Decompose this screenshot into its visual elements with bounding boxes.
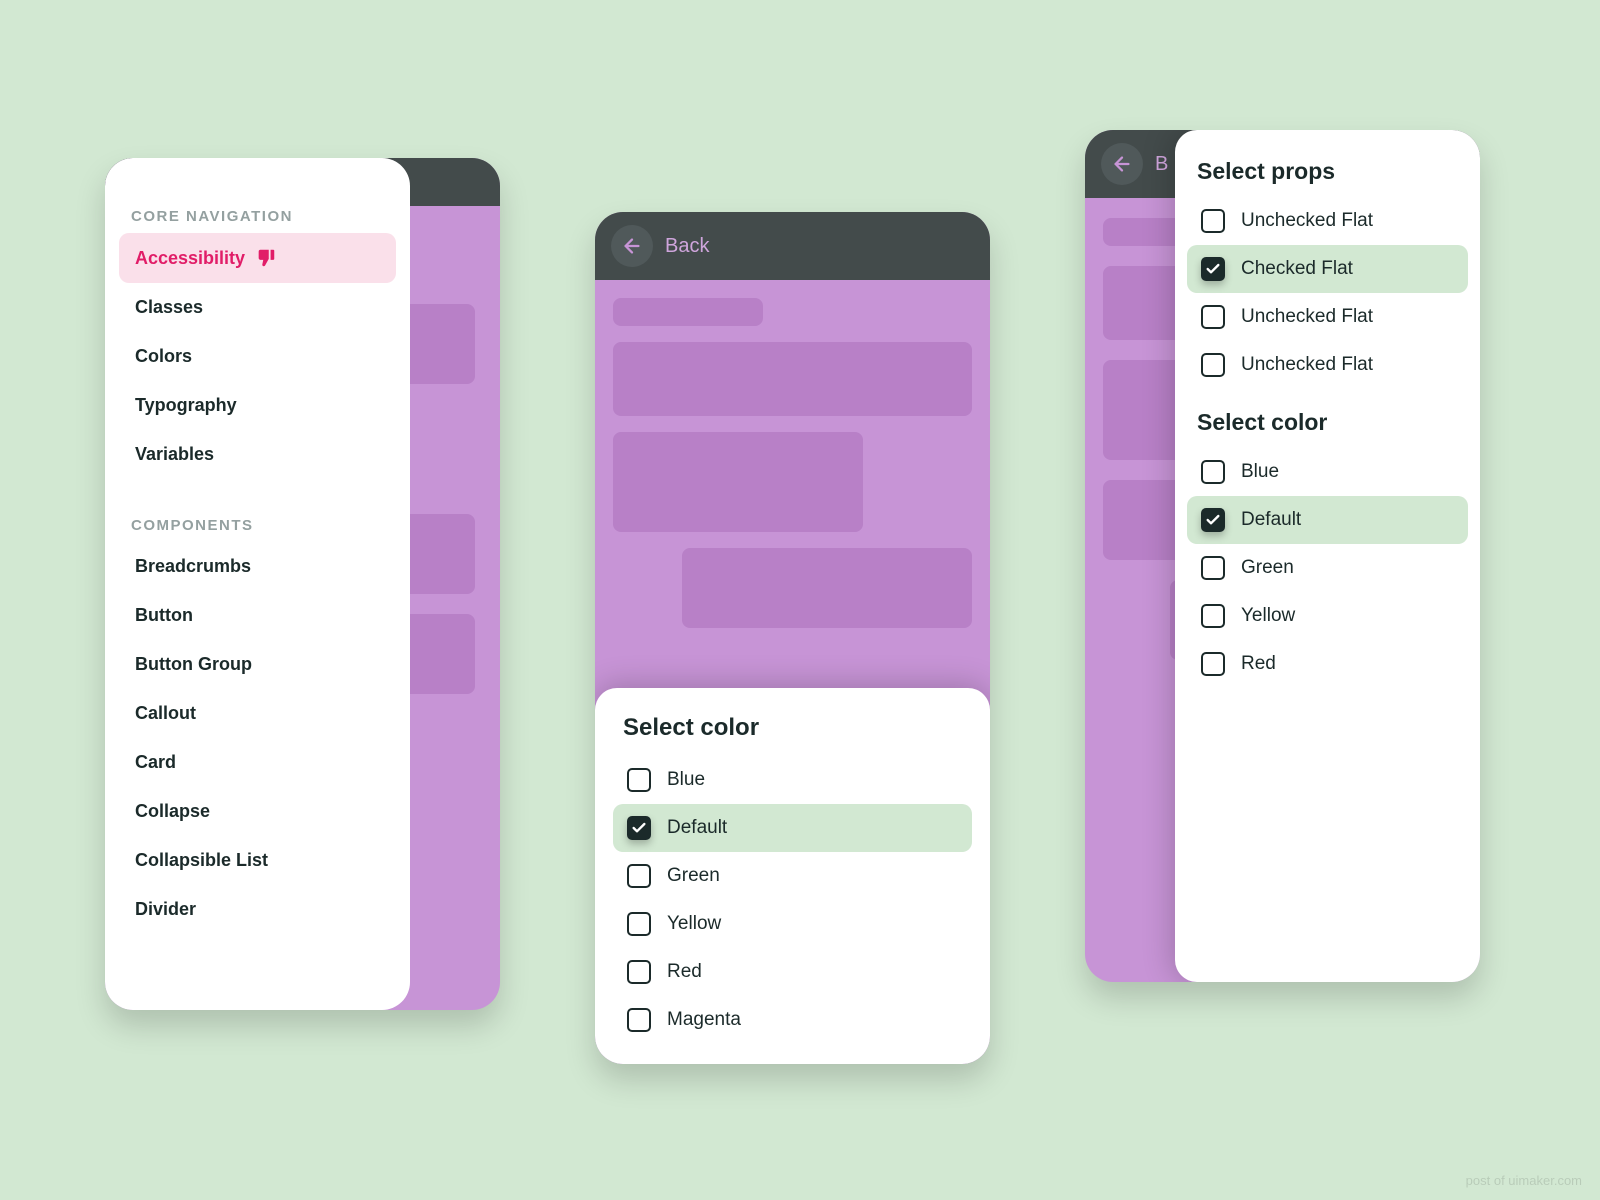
nav-item[interactable]: Collapse — [119, 787, 396, 836]
side-section-color-title: Select color — [1197, 409, 1458, 436]
option-label: Magenta — [667, 1009, 741, 1031]
nav-mockup: CORE NAVIGATION Accessibility Classes Colo… — [105, 158, 500, 1010]
checkbox-icon — [1201, 209, 1225, 233]
nav-item-label: Collapse — [135, 801, 210, 822]
nav-item[interactable]: Accessibility — [119, 233, 396, 283]
option-row[interactable]: Unchecked Flat — [1187, 197, 1468, 245]
nav-section-components: COMPONENTS — [105, 503, 410, 542]
option-row[interactable]: Blue — [613, 756, 972, 804]
option-row[interactable]: Yellow — [613, 900, 972, 948]
option-label: Unchecked Flat — [1241, 306, 1373, 328]
nav-drawer: CORE NAVIGATION Accessibility Classes Colo… — [105, 158, 410, 1010]
sheet-title: Select color — [623, 714, 962, 742]
nav-item[interactable]: Button — [119, 591, 396, 640]
side-section-props-title: Select props — [1197, 158, 1458, 185]
nav-item[interactable]: Colors — [119, 332, 396, 381]
checkbox-icon — [627, 816, 651, 840]
checkbox-icon — [627, 1008, 651, 1032]
checkbox-icon — [627, 768, 651, 792]
option-row[interactable]: Green — [613, 852, 972, 900]
option-label: Red — [667, 961, 702, 983]
nav-item-label: Button — [135, 605, 193, 626]
watermark: post of uimaker.com — [1466, 1173, 1582, 1188]
option-row[interactable]: Red — [613, 948, 972, 996]
option-row[interactable]: Yellow — [1187, 592, 1468, 640]
option-label: Default — [1241, 509, 1301, 531]
checkbox-icon — [1201, 556, 1225, 580]
option-row[interactable]: Default — [1187, 496, 1468, 544]
back-button[interactable] — [611, 225, 653, 267]
checkbox-icon — [1201, 305, 1225, 329]
side-panel-mockup: B Select props Unchecked Flat Checked Fla… — [1085, 130, 1480, 982]
option-label: Checked Flat — [1241, 258, 1353, 280]
nav-item-label: Breadcrumbs — [135, 556, 251, 577]
nav-item[interactable]: Breadcrumbs — [119, 542, 396, 591]
nav-item-label: Collapsible List — [135, 850, 268, 871]
option-row[interactable]: Green — [1187, 544, 1468, 592]
checkbox-icon — [1201, 353, 1225, 377]
option-label: Unchecked Flat — [1241, 210, 1373, 232]
nav-item-label: Variables — [135, 444, 214, 465]
option-label: Green — [1241, 557, 1294, 579]
option-row[interactable]: Unchecked Flat — [1187, 293, 1468, 341]
option-label: Green — [667, 865, 720, 887]
option-row[interactable]: Red — [1187, 640, 1468, 688]
nav-item-label: Typography — [135, 395, 237, 416]
nav-item-label: Classes — [135, 297, 203, 318]
checkbox-icon — [1201, 257, 1225, 281]
option-label: Blue — [1241, 461, 1279, 483]
option-row[interactable]: Unchecked Flat — [1187, 341, 1468, 389]
checkbox-icon — [627, 960, 651, 984]
header-title: Back — [665, 235, 709, 258]
checkbox-icon — [627, 912, 651, 936]
nav-item[interactable]: Callout — [119, 689, 396, 738]
thumbs-down-icon — [255, 247, 277, 269]
checkbox-icon — [1201, 460, 1225, 484]
header-title: B — [1155, 153, 1168, 176]
nav-section-core: CORE NAVIGATION — [105, 194, 410, 233]
nav-item[interactable]: Divider — [119, 885, 396, 934]
checkbox-icon — [627, 864, 651, 888]
nav-item-label: Button Group — [135, 654, 252, 675]
option-label: Blue — [667, 769, 705, 791]
nav-item-label: Card — [135, 752, 176, 773]
content-placeholder — [595, 280, 990, 662]
nav-item-label: Divider — [135, 899, 196, 920]
side-panel: Select props Unchecked Flat Checked Flat U… — [1175, 130, 1480, 982]
option-row[interactable]: Magenta — [613, 996, 972, 1044]
option-row[interactable]: Default — [613, 804, 972, 852]
nav-item[interactable]: Collapsible List — [119, 836, 396, 885]
nav-item-label: Accessibility — [135, 248, 245, 269]
nav-item-label: Callout — [135, 703, 196, 724]
arrow-left-icon — [621, 235, 643, 257]
app-header: Back — [595, 212, 990, 280]
nav-item[interactable]: Variables — [119, 430, 396, 479]
checkbox-icon — [1201, 604, 1225, 628]
arrow-left-icon — [1111, 153, 1133, 175]
nav-item[interactable]: Button Group — [119, 640, 396, 689]
option-label: Yellow — [1241, 605, 1295, 627]
option-label: Yellow — [667, 913, 721, 935]
option-label: Red — [1241, 653, 1276, 675]
nav-item[interactable]: Card — [119, 738, 396, 787]
nav-item-label: Colors — [135, 346, 192, 367]
nav-item[interactable]: Classes — [119, 283, 396, 332]
option-label: Unchecked Flat — [1241, 354, 1373, 376]
sheet-mockup: Back Select color Blue Default Green Yellow… — [595, 212, 990, 1064]
back-button[interactable] — [1101, 143, 1143, 185]
option-row[interactable]: Blue — [1187, 448, 1468, 496]
nav-item[interactable]: Typography — [119, 381, 396, 430]
bottom-sheet: Select color Blue Default Green Yellow Red Ma… — [595, 688, 990, 1064]
checkbox-icon — [1201, 652, 1225, 676]
checkbox-icon — [1201, 508, 1225, 532]
option-label: Default — [667, 817, 727, 839]
option-row[interactable]: Checked Flat — [1187, 245, 1468, 293]
